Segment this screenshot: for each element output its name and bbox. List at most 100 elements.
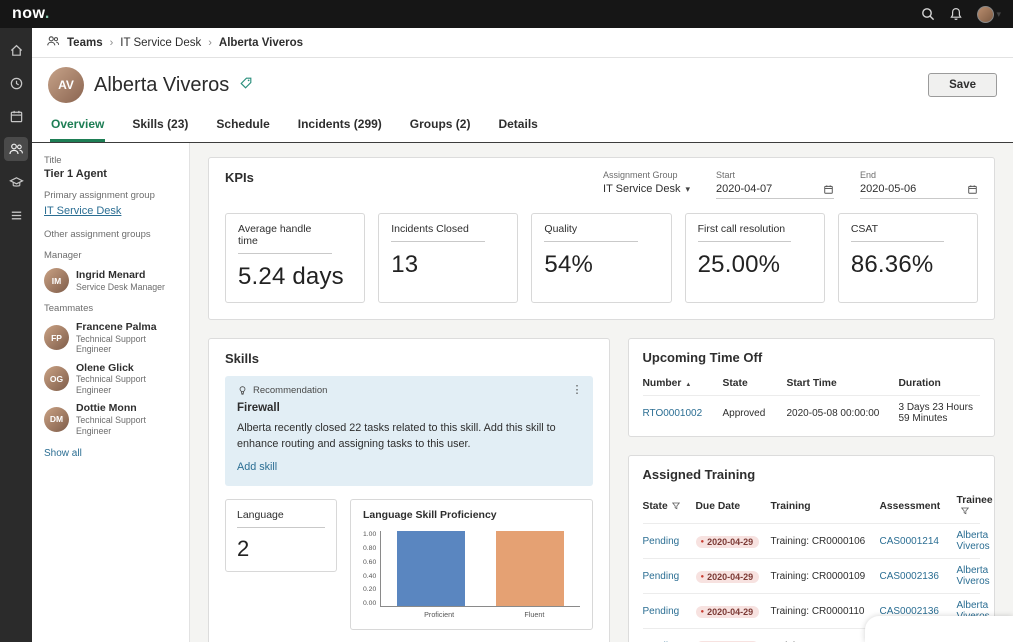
col-state[interactable]: State (643, 501, 691, 512)
training-name: Training: CR0000106 (771, 536, 875, 547)
save-button[interactable]: Save (928, 73, 997, 97)
breadcrumb-teams[interactable]: Teams (67, 37, 103, 49)
col-due-date[interactable]: Due Date (696, 501, 766, 512)
teams-icon (46, 34, 60, 51)
overdue-dot-icon: ● (701, 539, 705, 545)
top-bar: now. ▾ (0, 0, 1013, 28)
primary-group-link[interactable]: IT Service Desk (44, 205, 121, 217)
breadcrumb-person[interactable]: Alberta Viveros (219, 37, 303, 49)
start-date-field[interactable]: Start 2020-04-07 (716, 170, 834, 199)
teammates-label: Teammates (44, 303, 177, 314)
language-count-box: Language 2 (225, 499, 337, 572)
col-start-time[interactable]: Start Time (787, 378, 893, 389)
calendar-icon (967, 184, 978, 195)
avatar: FP (44, 325, 69, 350)
trainee-link[interactable]: Alberta Viveros (957, 565, 990, 587)
nav-calendar-icon[interactable] (4, 104, 28, 128)
assessment-link[interactable]: CAS0001214 (880, 536, 952, 547)
tab-incidents[interactable]: Incidents (299) (297, 113, 383, 142)
nav-history-icon[interactable] (4, 71, 28, 95)
calendar-icon (823, 184, 834, 195)
assessment-link[interactable]: CAS0002136 (880, 606, 952, 617)
nav-home-icon[interactable] (4, 38, 28, 62)
tab-skills[interactable]: Skills (23) (131, 113, 189, 142)
time-off-number-link[interactable]: RTO0001002 (643, 408, 717, 419)
avatar: IM (44, 268, 69, 293)
user-menu[interactable]: ▾ (977, 6, 1001, 23)
training-name: Training: CR0000110 (771, 606, 875, 617)
training-state-link[interactable]: Pending (643, 606, 691, 617)
due-date-badge: ●2020-04-29 (696, 571, 760, 583)
col-trainee[interactable]: Trainee (957, 495, 993, 517)
profile-avatar: AV (48, 67, 84, 103)
manager-row[interactable]: IM Ingrid Menard Service Desk Manager (44, 268, 177, 293)
trainee-link[interactable]: Alberta Viveros (957, 530, 990, 552)
primary-group-label: Primary assignment group (44, 190, 177, 201)
tag-icon[interactable] (239, 76, 253, 95)
time-off-duration: 3 Days 23 Hours 59 Minutes (899, 402, 981, 424)
skill-recommendation-banner: Recommendation ⋮ Firewall Alberta recent… (225, 376, 593, 486)
teammate-row[interactable]: FP Francene Palma Technical Support Engi… (44, 321, 177, 355)
overdue-dot-icon: ● (701, 609, 705, 615)
add-skill-link[interactable]: Add skill (237, 461, 277, 473)
due-date-badge: ●2020-04-29 (696, 536, 760, 548)
teammate-row[interactable]: DM Dottie Monn Technical Support Enginee… (44, 402, 177, 436)
col-training[interactable]: Training (771, 501, 875, 512)
teammate-role: Technical Support Engineer (76, 374, 177, 395)
col-state[interactable]: State (723, 378, 781, 389)
lightbulb-icon (237, 385, 248, 396)
assignment-group-label: Assignment Group (603, 170, 690, 180)
assessment-link[interactable]: CAS0002136 (880, 571, 952, 582)
kpi-first-call-resolution: First call resolution 25.00% (685, 213, 825, 303)
due-date-badge: ●2020-04-29 (696, 606, 760, 618)
filter-icon (672, 502, 680, 510)
other-groups-label: Other assignment groups (44, 229, 177, 240)
tab-groups[interactable]: Groups (2) (409, 113, 472, 142)
left-nav-rail (0, 28, 32, 642)
kebab-menu-icon[interactable]: ⋮ (572, 383, 583, 396)
bar-proficient (397, 531, 464, 606)
show-all-link[interactable]: Show all (44, 448, 82, 459)
assignment-group-select[interactable]: Assignment Group IT Service Desk▾ (603, 170, 690, 199)
end-label: End (860, 170, 978, 180)
time-off-start: 2020-05-08 00:00:00 (787, 408, 893, 419)
col-duration[interactable]: Duration (899, 378, 981, 389)
chevron-down-icon: ▾ (996, 9, 1001, 20)
profile-header: AV Alberta Viveros Save (32, 58, 1013, 107)
tab-schedule[interactable]: Schedule (215, 113, 270, 142)
teammate-role: Technical Support Engineer (76, 415, 177, 436)
language-proficiency-chart: Language Skill Proficiency 1.00 0.80 0.6… (350, 499, 593, 630)
search-icon[interactable] (921, 7, 935, 21)
user-avatar (977, 6, 994, 23)
kpis-title: KPIs (225, 170, 254, 185)
kpis-card: KPIs Assignment Group IT Service Desk▾ S… (208, 157, 995, 320)
col-assessment[interactable]: Assessment (880, 501, 952, 512)
work-area: KPIs Assignment Group IT Service Desk▾ S… (190, 143, 1013, 642)
nav-training-icon[interactable] (4, 170, 28, 194)
notifications-bell-icon[interactable] (949, 7, 963, 21)
chart-plot-area (380, 531, 579, 607)
breadcrumb-group[interactable]: IT Service Desk (120, 37, 201, 49)
assigned-training-card: Assigned Training State Due Date Trainin… (628, 455, 996, 642)
kpi-average-handle-time: Average handle time 5.24 days (225, 213, 365, 303)
bar-fluent (496, 531, 563, 606)
skills-card: Skills Recommendation ⋮ Firewall Alberta… (208, 338, 610, 642)
recommended-skill-name: Firewall (237, 402, 581, 414)
nav-list-icon[interactable] (4, 203, 28, 227)
chat-launcher[interactable] (865, 616, 1013, 642)
end-date-field[interactable]: End 2020-05-06 (860, 170, 978, 199)
title-label: Title (44, 155, 177, 166)
nav-teams-icon[interactable] (4, 137, 28, 161)
teammate-row[interactable]: OG Olene Glick Technical Support Enginee… (44, 362, 177, 396)
avatar: OG (44, 366, 69, 391)
training-state-link[interactable]: Pending (643, 571, 691, 582)
manager-role: Service Desk Manager (76, 282, 165, 293)
tab-overview[interactable]: Overview (50, 113, 105, 142)
training-state-link[interactable]: Pending (643, 536, 691, 547)
tab-details[interactable]: Details (497, 113, 538, 142)
teammate-name: Olene Glick (76, 362, 177, 375)
col-number[interactable]: Number▲ (643, 378, 717, 389)
time-off-title: Upcoming Time Off (643, 350, 981, 365)
overdue-dot-icon: ● (701, 574, 705, 580)
training-title: Assigned Training (643, 467, 981, 482)
